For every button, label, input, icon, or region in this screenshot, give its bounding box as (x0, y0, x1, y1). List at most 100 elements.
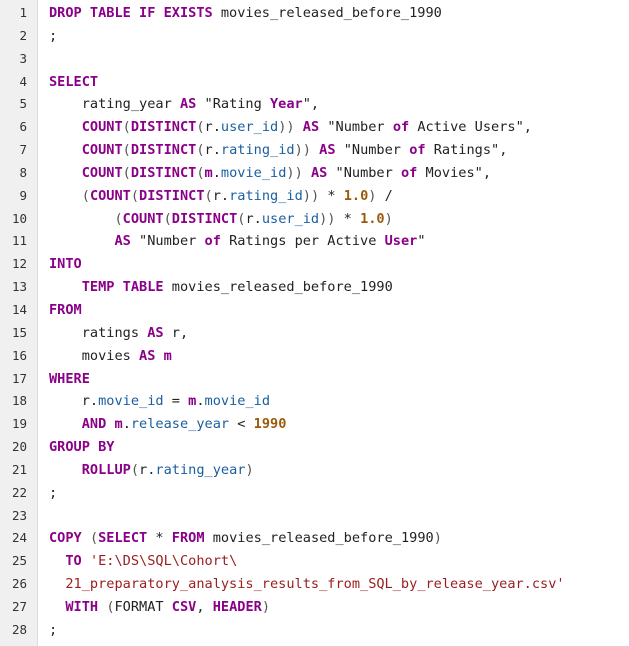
code-line[interactable]: WITH (FORMAT CSV, HEADER) (49, 596, 629, 619)
code-token: Year (270, 96, 303, 113)
code-line[interactable] (49, 48, 629, 71)
code-token: movies_released_before_1990 (212, 5, 442, 21)
code-token: movies (49, 347, 140, 364)
code-line[interactable]: TEMP TABLE movies_released_before_1990 (49, 276, 629, 299)
code-token: user_id (261, 210, 320, 227)
code-line[interactable]: COPY (SELECT * FROM movies_released_befo… (49, 527, 629, 550)
code-token: . (122, 416, 131, 433)
code-token: ( (130, 461, 140, 478)
code-token: ratings (49, 324, 148, 341)
code-token: User (384, 233, 418, 250)
code-line[interactable]: AND m.release_year < 1990 (49, 413, 629, 436)
code-token: COUNT (122, 210, 164, 227)
code-token: DISTINCT (130, 119, 197, 136)
code-token: movie_id (98, 393, 164, 410)
code-token: * (147, 530, 172, 547)
code-token: FROM (171, 530, 205, 547)
code-token: "Rating (196, 96, 270, 113)
code-line[interactable]: AS "Number of Ratings per Active User" (49, 230, 629, 253)
code-token: )) (278, 119, 295, 136)
code-editor[interactable]: 1 2 3 4 5 6 7 8 9 10 11 12 13 14 15 16 17 18 19 20 21 22 23 24 2… (0, 0, 629, 646)
code-line[interactable]: SELECT (49, 71, 629, 94)
code-token: ( (130, 187, 140, 204)
code-token: r. (139, 461, 156, 478)
code-token: ) (384, 210, 393, 227)
code-line[interactable]: INTO (49, 253, 629, 276)
code-token: ( (196, 142, 205, 159)
code-line[interactable]: rating_year AS "Rating Year", (49, 93, 629, 116)
code-line[interactable]: COUNT(DISTINCT(r.rating_id)) AS "Number … (49, 139, 629, 162)
code-token: m (163, 347, 172, 364)
code-token: 1.0 (360, 210, 385, 227)
code-token: m (114, 416, 123, 433)
line-number: 17 (11, 370, 27, 386)
code-token: Ratings per Active (220, 233, 385, 250)
code-line[interactable]: movies AS m (49, 345, 629, 368)
code-token: rating_id (229, 187, 303, 204)
code-token: * (319, 187, 344, 204)
code-token: GROUP BY (49, 439, 115, 456)
code-line[interactable]: FROM (49, 299, 629, 322)
code-token: FROM (49, 301, 82, 318)
code-token: r. (245, 210, 262, 227)
code-token: COUNT (81, 164, 123, 181)
code-line[interactable]: COUNT(DISTINCT(m.movie_id)) AS "Number o… (49, 162, 629, 185)
code-token: INTO (49, 256, 82, 273)
code-token: )) (286, 164, 303, 181)
code-token: * (335, 210, 361, 227)
code-token: DISTINCT (139, 187, 205, 204)
code-line[interactable]: ; (49, 482, 629, 505)
code-token: ( (196, 119, 205, 136)
code-line[interactable]: ROLLUP(r.rating_year) (49, 459, 629, 482)
code-line[interactable]: (COUNT(DISTINCT(r.user_id)) * 1.0) (49, 208, 629, 231)
code-token: r. (212, 187, 230, 204)
code-token: "Number (327, 164, 401, 181)
code-line[interactable]: ; (49, 619, 629, 642)
code-line[interactable]: r.movie_id = m.movie_id (49, 390, 629, 413)
code-token: r. (204, 119, 221, 136)
code-line[interactable]: DROP TABLE IF EXISTS movies_released_bef… (49, 2, 629, 25)
line-number: 24 (11, 530, 27, 546)
line-number: 13 (11, 279, 27, 295)
line-number: 14 (11, 301, 27, 317)
line-number: 25 (11, 553, 27, 569)
code-token: "Number (335, 142, 410, 159)
code-line[interactable]: WHERE (49, 368, 629, 391)
code-token: WHERE (49, 370, 90, 387)
code-token: of (204, 233, 221, 250)
code-line[interactable]: GROUP BY (49, 436, 629, 459)
code-line[interactable]: ratings AS r, (49, 322, 629, 345)
code-token: ) (433, 530, 442, 547)
code-token: COPY (49, 530, 82, 547)
code-line[interactable]: ; (49, 25, 629, 48)
code-token: < (229, 416, 254, 433)
line-number: 16 (11, 347, 27, 363)
code-token: HEADER (212, 598, 262, 615)
line-number: 4 (19, 73, 27, 89)
code-token: rating_year (49, 96, 180, 113)
code-line[interactable]: COUNT(DISTINCT(r.user_id)) AS "Number of… (49, 116, 629, 139)
code-area[interactable]: DROP TABLE IF EXISTS movies_released_bef… (38, 0, 629, 646)
code-token: ", (302, 96, 320, 113)
code-token: ROLLUP (81, 461, 131, 478)
code-line[interactable]: 21_preparatory_analysis_results_from_SQL… (49, 573, 629, 596)
code-line[interactable]: (COUNT(DISTINCT(r.rating_id)) * 1.0) / (49, 185, 629, 208)
code-line[interactable]: TO 'E:\DS\SQL\Cohort\ (49, 550, 629, 573)
line-number: 7 (19, 142, 27, 158)
code-line[interactable] (49, 505, 629, 528)
code-token: AS (139, 347, 156, 364)
code-token: AND (81, 416, 107, 433)
code-token: ( (122, 119, 131, 136)
code-token: rating_id (220, 142, 295, 159)
code-token: 21_preparatory_analysis_results_from_SQL… (65, 576, 565, 593)
line-number: 9 (19, 187, 27, 203)
